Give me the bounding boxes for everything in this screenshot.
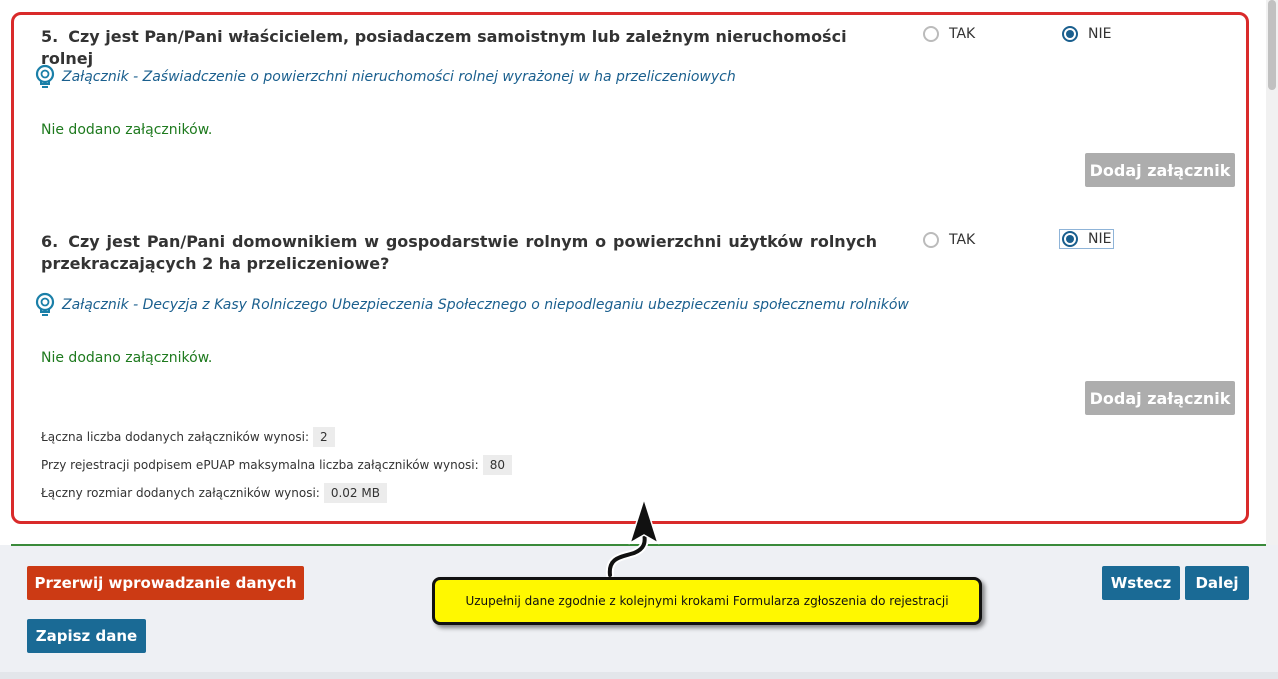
q5-radio-tak[interactable]: TAK <box>923 26 975 42</box>
q5-radio-nie[interactable]: NIE <box>1062 26 1111 42</box>
save-button[interactable]: Zapisz dane <box>27 619 146 653</box>
q5-radio-tak-label: TAK <box>949 26 976 42</box>
scrollbar-thumb[interactable] <box>1268 0 1276 90</box>
stat-max-count-label: Przy rejestracji podpisem ePUAP maksymal… <box>41 458 479 472</box>
q5-add-attachment-button[interactable]: Dodaj załącznik <box>1085 153 1235 187</box>
q5-no-attachments: Nie dodano załączników. <box>41 122 213 138</box>
stat-total-size-value: 0.02 MB <box>323 483 387 503</box>
q5-radio-nie-label: NIE <box>1088 26 1112 42</box>
abort-button[interactable]: Przerwij wprowadzanie danych <box>27 566 304 600</box>
question-6-title: 6. Czy jest Pan/Pani domownikiem w gospod… <box>41 231 877 275</box>
question-5-number: 5. <box>41 27 59 46</box>
hint-callout: Uzupełnij dane zgodnie z kolejnymi kroka… <box>432 577 982 625</box>
lightbulb-icon <box>35 292 55 316</box>
back-button[interactable]: Wstecz <box>1102 566 1180 600</box>
radio-checked-icon[interactable] <box>1062 26 1078 42</box>
question-6-text: Czy jest Pan/Pani domownikiem w gospodar… <box>41 232 877 273</box>
hint-callout-text: Uzupełnij dane zgodnie z kolejnymi kroka… <box>465 594 949 608</box>
radio-checked-icon[interactable] <box>1062 231 1078 247</box>
stat-total-size-label: Łączny rozmiar dodanych załączników wyno… <box>41 486 320 500</box>
q6-radio-nie[interactable]: NIE <box>1058 229 1115 249</box>
arrow-up-icon <box>605 496 660 579</box>
stat-total-count-label: Łączna liczba dodanych załączników wynos… <box>41 430 310 444</box>
stat-total-count: Łączna liczba dodanych załączników wynos… <box>41 427 335 447</box>
question-6-number: 6. <box>41 232 59 251</box>
question-5-text: Czy jest Pan/Pani właścicielem, posiadac… <box>41 27 847 68</box>
stat-max-count-value: 80 <box>482 455 512 475</box>
scrollbar[interactable] <box>1266 0 1278 545</box>
next-button[interactable]: Dalej <box>1185 566 1249 600</box>
page-bottom-edge <box>0 672 1278 679</box>
radio-unchecked-icon[interactable] <box>923 232 939 248</box>
stat-total-count-value: 2 <box>313 427 335 447</box>
q6-attachment-link[interactable]: Załącznik - Decyzja z Kasy Rolniczego Ub… <box>34 292 909 318</box>
lightbulb-icon <box>35 64 55 88</box>
q6-add-attachment-button[interactable]: Dodaj załącznik <box>1085 381 1235 415</box>
radio-unchecked-icon[interactable] <box>923 26 939 42</box>
q6-radio-tak[interactable]: TAK <box>923 232 975 248</box>
stat-max-count: Przy rejestracji podpisem ePUAP maksymal… <box>41 455 512 475</box>
q6-no-attachments: Nie dodano załączników. <box>41 350 213 366</box>
q5-attachment-link[interactable]: Załącznik - Zaświadczenie o powierzchni … <box>34 64 736 90</box>
q6-radio-nie-label: NIE <box>1088 231 1112 247</box>
q6-attachment-link-text[interactable]: Załącznik - Decyzja z Kasy Rolniczego Ub… <box>62 297 909 313</box>
q6-radio-tak-label: TAK <box>949 232 976 248</box>
stat-total-size: Łączny rozmiar dodanych załączników wyno… <box>41 483 387 503</box>
q5-attachment-link-text[interactable]: Załącznik - Zaświadczenie o powierzchni … <box>62 69 736 85</box>
